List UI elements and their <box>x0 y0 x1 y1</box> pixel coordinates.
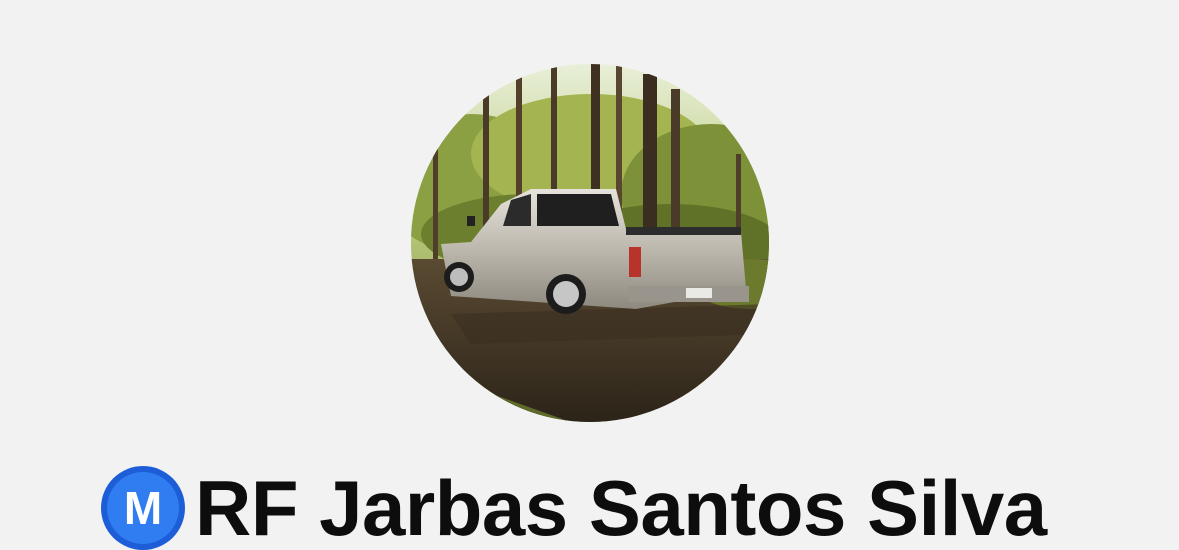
profile-name-row: M RF Jarbas Santos Silva <box>101 466 1047 550</box>
profile-display-name: RF Jarbas Santos Silva <box>195 464 1047 550</box>
avatar-photo <box>411 64 769 422</box>
profile-header: M RF Jarbas Santos Silva <box>0 0 1179 550</box>
profile-avatar[interactable] <box>411 64 769 422</box>
badge-letter: M <box>124 482 162 534</box>
verified-badge-icon: M <box>101 466 185 550</box>
